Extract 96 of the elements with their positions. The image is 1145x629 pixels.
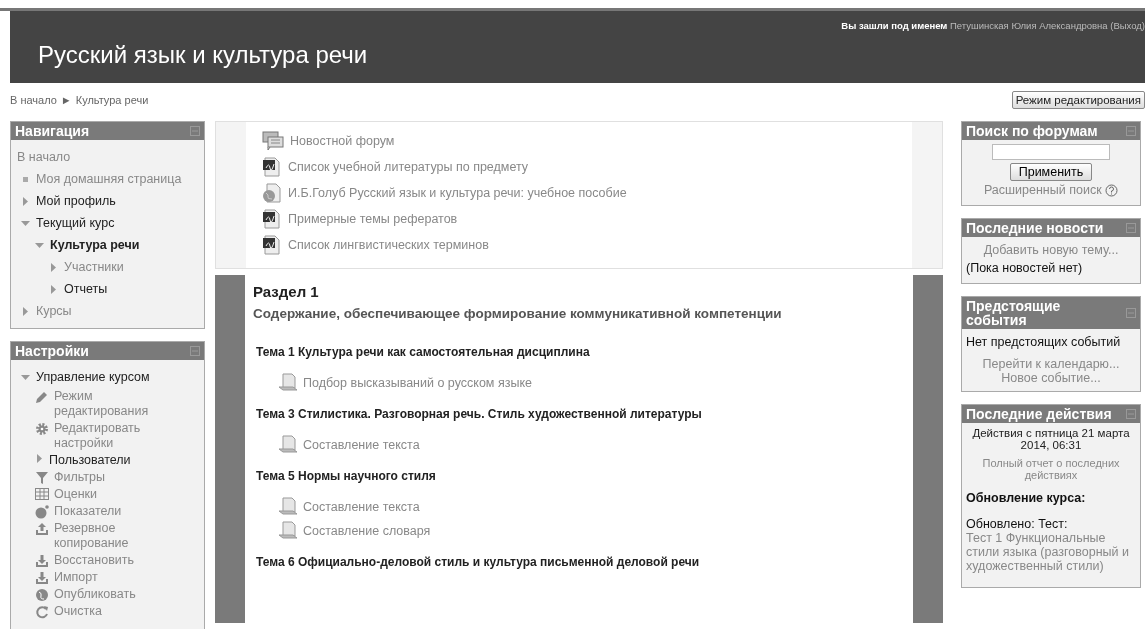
collapsed-arrow-icon	[35, 454, 44, 463]
calendar-link[interactable]: Перейти к календарю...	[982, 357, 1120, 372]
activity-since-text: Действия с пятница 21 марта 2014, 06:31	[971, 427, 1131, 452]
nav-item[interactable]: Моя домашняя страница	[36, 172, 182, 186]
activity-link[interactable]: Составление текста	[303, 500, 420, 514]
expanded-arrow-icon	[21, 372, 30, 382]
web-page-icon	[262, 183, 282, 203]
activity-link[interactable]: Составление текста	[303, 438, 420, 452]
expanded-arrow-icon	[21, 218, 30, 228]
settings-item[interactable]: Восстановить	[54, 553, 135, 568]
settings-item[interactable]: Фильтры	[54, 470, 105, 485]
topic-title: Тема 3 Стилистика. Разговорная речь. Стиль художественной литературы	[255, 407, 703, 421]
collapsed-arrow-icon	[49, 284, 58, 294]
nav-item[interactable]: Отчеты	[64, 282, 108, 296]
topic-title: Тема 1 Культура речи как самостоятельная дисциплина	[255, 345, 591, 359]
globe-icon	[35, 588, 49, 602]
upload-icon	[35, 522, 49, 536]
full-report-link[interactable]: Полный отчет о последних действиях	[966, 457, 1136, 482]
edit-mode-button[interactable]: Режим редактирования	[1011, 91, 1145, 109]
collapse-icon[interactable]	[190, 346, 200, 356]
download-icon	[35, 554, 49, 568]
collapsed-arrow-icon	[21, 306, 30, 316]
activity-link[interactable]: Подбор высказываний о русском языке	[303, 376, 532, 390]
document-icon	[277, 373, 299, 393]
settings-item[interactable]: Пользователи	[49, 453, 131, 468]
settings-item[interactable]: Показатели	[54, 504, 122, 519]
resource-link[interactable]: Список учебной литературы по предмету	[288, 160, 529, 174]
settings-item[interactable]: Опубликовать	[54, 587, 136, 602]
calendar-link[interactable]: Новое событие...	[1001, 371, 1101, 386]
section-title: Раздел 1	[253, 283, 320, 300]
expanded-arrow-icon	[35, 240, 44, 250]
block-title: Поиск по форумам	[966, 124, 1098, 138]
block-title: Предстоящие события	[966, 299, 1062, 328]
block-title: Навигация	[15, 124, 90, 138]
nav-item[interactable]: Текущий курс	[36, 216, 115, 230]
collapse-icon[interactable]	[1126, 223, 1136, 234]
search-field[interactable]	[992, 144, 1110, 160]
test-link[interactable]: Тест 1 Функциональные стили языка (разговорный и художественный стили)	[966, 531, 1136, 574]
nav-item[interactable]: Участники	[64, 260, 124, 274]
table-icon	[35, 488, 49, 500]
settings-item[interactable]: Оценки	[54, 487, 98, 502]
document-icon	[277, 497, 299, 517]
settings-item[interactable]: Резервное копирование	[54, 521, 174, 551]
help-icon[interactable]	[1105, 184, 1119, 198]
pdf-document-icon	[262, 157, 282, 177]
resource-link[interactable]: Список лингвистических терминов	[288, 238, 489, 252]
collapse-icon[interactable]	[190, 126, 200, 136]
settings-item[interactable]: Импорт	[54, 570, 98, 585]
apply-button[interactable]: Применить	[1009, 163, 1093, 181]
gear-icon	[35, 422, 49, 436]
nav-item[interactable]: Мой профиль	[36, 194, 116, 208]
activity-link[interactable]: Составление словаря	[303, 524, 431, 538]
course-title: Русский язык и культура речи	[37, 40, 368, 70]
settings-item[interactable]: Управление курсом	[36, 370, 150, 384]
breadcrumb-link[interactable]: В начало	[10, 94, 57, 106]
pdf-document-icon	[262, 235, 282, 255]
advanced-search-link[interactable]: Расширенный поиск	[983, 183, 1102, 197]
document-icon	[277, 521, 299, 541]
refresh-icon	[35, 605, 49, 619]
nav-item[interactable]: Культура речи	[50, 238, 140, 252]
block-title: Последние действия	[966, 407, 1112, 422]
section-summary: Содержание, обеспечивающее формирование коммуникативной компетенции	[253, 306, 783, 321]
block-title: Последние новости	[966, 221, 1104, 236]
login-label: Вы зашли под именем	[841, 20, 948, 31]
collapse-icon[interactable]	[1126, 308, 1136, 319]
collapse-icon[interactable]	[1126, 409, 1136, 420]
updated-label: Обновлено: Тест:	[966, 517, 1069, 532]
nav-item[interactable]: В начало	[17, 150, 71, 164]
user-link[interactable]: Петушинская Юлия Александровна	[950, 20, 1108, 31]
document-icon	[277, 435, 299, 455]
topic-title: Тема 5 Нормы научного стиля	[255, 469, 437, 483]
resource-link[interactable]: Примерные темы рефератов	[288, 212, 458, 226]
pencil-icon	[35, 390, 49, 404]
block-title: Настройки	[15, 344, 89, 358]
topic-title: Тема 6 Официально-деловой стиль и культура письменной деловой речи	[255, 555, 701, 569]
collapsed-arrow-icon	[49, 262, 58, 272]
nav-item[interactable]: Курсы	[36, 304, 72, 318]
bullet-icon	[23, 176, 28, 182]
breadcrumb-separator: ►	[60, 94, 72, 106]
pdf-document-icon	[262, 209, 282, 229]
download-icon	[35, 571, 49, 585]
empty-news-text: (Пока новостей нет)	[966, 261, 1083, 276]
breadcrumb-link[interactable]: Культура речи	[75, 94, 149, 106]
resource-link[interactable]: И.Б.Голуб Русский язык и культура речи: учебное пособие	[288, 186, 627, 200]
forum-icon	[262, 131, 284, 151]
settings-item[interactable]: Редактировать настройки	[54, 421, 174, 451]
course-update-heading: Обновление курса:	[966, 491, 1087, 506]
logout-link[interactable]: (Выход)	[1110, 20, 1145, 31]
settings-item[interactable]: Очистка	[54, 604, 102, 619]
funnel-icon	[35, 471, 49, 485]
no-events-text: Нет предстоящих событий	[966, 335, 1121, 350]
resource-link[interactable]: Новостной форум	[290, 134, 395, 148]
collapsed-arrow-icon	[21, 196, 30, 206]
add-topic-link[interactable]: Добавить новую тему...	[983, 243, 1119, 258]
collapse-icon[interactable]	[1126, 126, 1136, 136]
settings-item[interactable]: Режим редактирования	[54, 389, 174, 419]
